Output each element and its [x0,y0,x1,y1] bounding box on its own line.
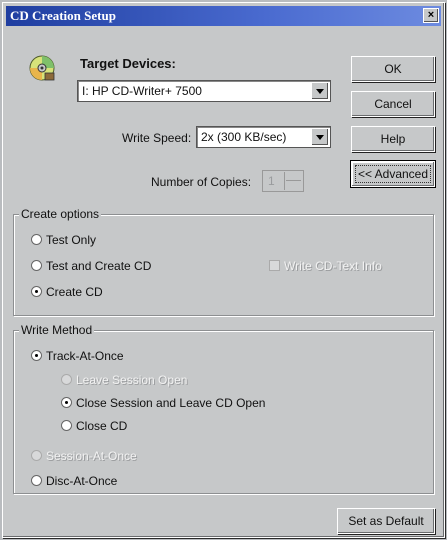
test-and-create-label: Test and Create CD [46,259,152,273]
session-at-once-radio: Session-At-Once [31,449,137,463]
radio-icon [61,374,72,385]
write-speed-value: 2x (300 KB/sec) [201,130,287,144]
leave-session-open-radio: Leave Session Open [61,373,187,387]
track-at-once-label: Track-At-Once [46,349,124,363]
radio-selected-icon [61,397,72,408]
close-button[interactable]: × [423,8,439,23]
target-device-value: I: HP CD-Writer+ 7500 [82,84,202,98]
create-cd-label: Create CD [46,285,103,299]
radio-icon [61,420,72,431]
write-cd-text-checkbox: Write CD-Text Info [269,259,382,273]
advanced-button-label: << Advanced [357,167,429,181]
target-device-combobox[interactable]: I: HP CD-Writer+ 7500 [77,80,331,102]
ok-button[interactable]: OK [351,56,435,82]
title-bar[interactable]: CD Creation Setup × [6,6,441,26]
write-method-title: Write Method [19,323,95,337]
radio-icon [31,450,42,461]
spinner-arrows-icon [284,172,302,190]
write-speed-combobox[interactable]: 2x (300 KB/sec) [196,126,331,148]
close-cd-label: Close CD [76,419,128,433]
advanced-button[interactable]: << Advanced [350,160,436,188]
disc-at-once-radio[interactable]: Disc-At-Once [31,474,117,488]
create-cd-radio[interactable]: Create CD [31,285,103,299]
cancel-button[interactable]: Cancel [351,91,435,117]
write-speed-label: Write Speed: [122,131,192,145]
ok-button-label: OK [384,62,402,76]
help-button-label: Help [380,132,406,146]
test-only-radio[interactable]: Test Only [31,233,96,247]
session-at-once-label: Session-At-Once [46,449,137,463]
close-session-leave-open-label: Close Session and Leave CD Open [76,396,266,410]
number-of-copies-label: Number of Copies: [151,175,252,189]
radio-icon [31,475,42,486]
window-title: CD Creation Setup [10,8,116,23]
track-at-once-radio[interactable]: Track-At-Once [31,349,124,363]
test-and-create-radio[interactable]: Test and Create CD [31,259,151,273]
write-cd-text-label: Write CD-Text Info [284,259,382,273]
set-as-default-label: Set as Default [348,514,424,528]
help-button[interactable]: Help [351,126,435,152]
chevron-down-icon[interactable] [311,128,329,146]
cancel-button-label: Cancel [374,97,412,111]
leave-session-open-label: Leave Session Open [76,373,188,387]
test-only-label: Test Only [46,233,97,247]
create-options-title: Create options [19,207,102,221]
chevron-down-icon[interactable] [311,82,329,100]
radio-selected-icon [31,286,42,297]
set-as-default-button[interactable]: Set as Default [337,508,435,534]
copies-value: 1 [268,174,275,188]
radio-selected-icon [31,350,42,361]
radio-icon [31,260,42,271]
checkbox-icon [269,260,280,271]
close-session-leave-open-radio[interactable]: Close Session and Leave CD Open [61,396,265,410]
target-devices-label: Target Devices: [80,56,176,71]
cd-creation-setup-dialog: CD Creation Setup × Target Devices: I: H… [2,2,445,538]
cd-disc-icon [29,55,55,81]
disc-at-once-label: Disc-At-Once [46,474,118,488]
close-cd-radio[interactable]: Close CD [61,419,127,433]
copies-spinner: 1 [262,170,304,192]
radio-icon [31,234,42,245]
